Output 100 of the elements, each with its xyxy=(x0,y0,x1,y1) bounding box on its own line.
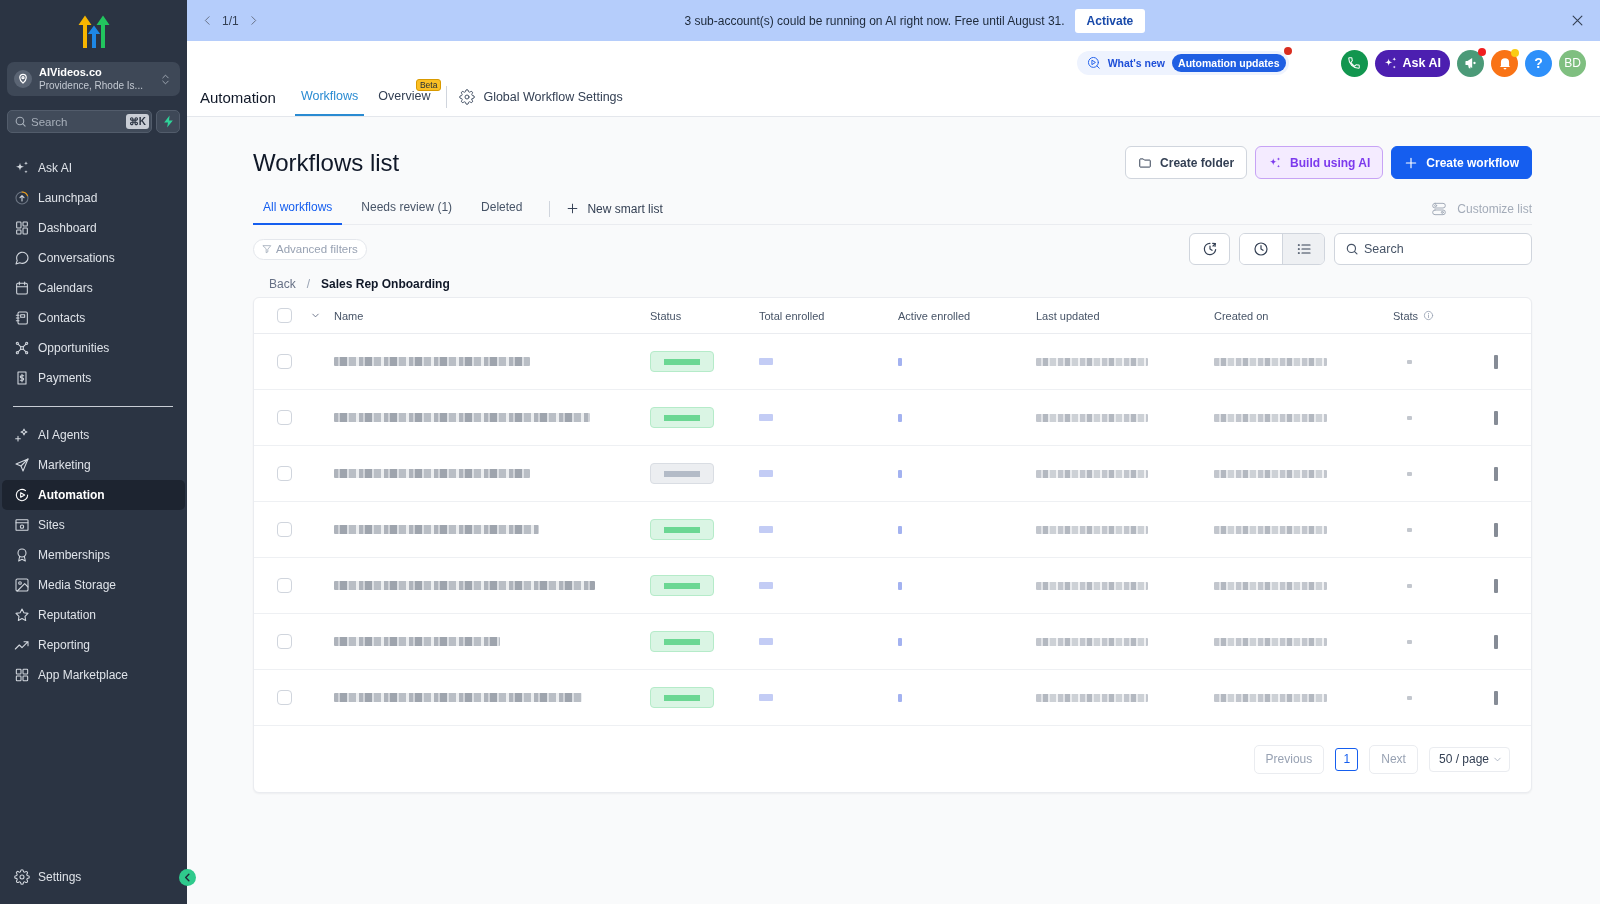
nav-item[interactable]: Sites xyxy=(2,510,185,540)
banner-message: 3 sub-account(s) could be running on AI right now. Free until August 31. xyxy=(684,13,1065,28)
view-toggle[interactable] xyxy=(1282,234,1324,264)
create-folder-button[interactable]: Create folder xyxy=(1125,146,1248,179)
nav-item[interactable]: AI Agents xyxy=(2,420,185,450)
paper-plane-icon xyxy=(14,457,30,473)
row-checkbox[interactable] xyxy=(277,634,292,649)
redacted-text xyxy=(898,357,902,366)
page-size-dropdown[interactable]: 50 / page xyxy=(1428,746,1510,772)
nav-item[interactable]: Marketing xyxy=(2,450,185,480)
redacted-text xyxy=(759,638,773,645)
nav-item[interactable]: Ask AI xyxy=(2,153,185,183)
settings-icon xyxy=(459,89,476,105)
beta-badge: Beta xyxy=(415,79,442,91)
redacted-text xyxy=(1407,695,1412,700)
column-header: Last updated xyxy=(1036,309,1100,322)
redacted-text xyxy=(759,358,773,365)
list-tab[interactable]: Deleted xyxy=(471,193,533,225)
row-checkbox[interactable] xyxy=(277,354,292,369)
row-checkbox[interactable] xyxy=(277,522,292,537)
redacted-text xyxy=(1407,639,1412,644)
redacted-text xyxy=(1407,359,1412,364)
row-checkbox[interactable] xyxy=(277,466,292,481)
redacted-icon xyxy=(1494,410,1498,425)
nav-item[interactable]: App Marketplace xyxy=(2,660,185,690)
account-location: Providence, Rhode Is... xyxy=(39,79,144,93)
row-checkbox[interactable] xyxy=(277,690,292,705)
collapse-sidebar-button[interactable] xyxy=(179,869,196,886)
redacted-text xyxy=(759,526,773,533)
phone-button[interactable] xyxy=(1340,49,1368,77)
star-icon xyxy=(14,607,30,623)
arrows-logo[interactable] xyxy=(77,14,110,48)
location-pin-icon xyxy=(14,70,32,88)
nav-item[interactable]: Reporting xyxy=(2,630,185,660)
nav-item[interactable]: Conversations xyxy=(2,243,185,273)
quick-action-button[interactable] xyxy=(156,110,180,133)
whats-new-pill[interactable]: What's new Automation updates xyxy=(1076,51,1289,75)
list-tab[interactable]: Needs review (1) xyxy=(351,193,463,225)
tab[interactable]: Workflows xyxy=(294,82,365,116)
create-workflow-button[interactable]: Create workflow xyxy=(1391,146,1532,179)
account-switcher[interactable]: AIVideos.co Providence, Rhode Is... xyxy=(7,62,180,96)
nav-item[interactable]: Opportunities xyxy=(2,333,185,363)
global-settings-link[interactable]: Global Workflow Settings xyxy=(459,82,623,116)
receipt-icon xyxy=(14,370,30,386)
redacted-text xyxy=(1407,415,1412,420)
redacted-text xyxy=(759,694,773,701)
nav-item[interactable]: Settings xyxy=(2,862,171,892)
announcements-button[interactable] xyxy=(1457,49,1484,77)
lightning-icon xyxy=(161,115,175,128)
redacted-icon xyxy=(1494,354,1498,369)
column-header: Created on xyxy=(1214,309,1269,322)
redacted-text xyxy=(1407,583,1412,588)
list-tab[interactable]: All workflows xyxy=(253,193,343,225)
nav-item[interactable]: Launchpad xyxy=(2,183,185,213)
contact-book-icon xyxy=(14,310,30,326)
nav-item[interactable]: Calendars xyxy=(2,273,185,303)
nav-item[interactable]: Memberships xyxy=(2,540,185,570)
chevron-up-down-icon xyxy=(159,72,172,86)
row-checkbox[interactable] xyxy=(277,410,292,425)
pager-count: 1/1 xyxy=(222,13,239,28)
close-icon[interactable] xyxy=(1570,13,1585,28)
filter-icon xyxy=(262,244,272,254)
nav-item[interactable]: Automation xyxy=(2,480,185,510)
notifications-button[interactable] xyxy=(1491,49,1518,77)
calendar-icon xyxy=(14,280,30,296)
page-number[interactable]: 1 xyxy=(1335,747,1359,771)
redacted-text xyxy=(898,581,902,590)
breadcrumb-current: Sales Rep Onboarding xyxy=(321,277,450,291)
browser-window-icon xyxy=(14,517,30,533)
new-smart-list-button[interactable]: New smart list xyxy=(560,193,669,224)
select-all-checkbox[interactable] xyxy=(277,308,292,323)
search-icon xyxy=(14,115,27,128)
row-checkbox[interactable] xyxy=(277,578,292,593)
page-title: Workflows list xyxy=(253,148,400,177)
activate-button[interactable]: Activate xyxy=(1074,8,1146,33)
plus-icon xyxy=(1404,155,1419,170)
nav-item[interactable]: Contacts xyxy=(2,303,185,333)
network-icon xyxy=(14,340,30,356)
redacted-text xyxy=(898,469,902,478)
plus-icon xyxy=(566,202,580,215)
redacted-text xyxy=(898,525,902,534)
arrow-circle-icon xyxy=(14,190,30,206)
folder-icon xyxy=(1138,155,1153,170)
redacted-text xyxy=(898,637,902,646)
back-link[interactable]: Back xyxy=(269,277,296,291)
settings-icon xyxy=(14,869,30,885)
nav-item[interactable]: Media Storage xyxy=(2,570,185,600)
nav-item[interactable]: Dashboard xyxy=(2,213,185,243)
module-title: Automation xyxy=(200,88,276,108)
redacted-text xyxy=(759,470,773,477)
nav-item[interactable]: Payments xyxy=(2,363,185,393)
build-with-ai-button[interactable]: Build using AI xyxy=(1255,146,1384,179)
history-button[interactable] xyxy=(1189,233,1230,265)
bell-icon xyxy=(1497,56,1512,70)
nav-item[interactable]: Reputation xyxy=(2,600,185,630)
ask-ai-button[interactable]: Ask AI xyxy=(1374,49,1450,77)
chat-bubble-icon xyxy=(14,250,30,266)
updates-tag[interactable]: Automation updates xyxy=(1172,54,1286,72)
column-header: Status xyxy=(650,309,682,322)
keyboard-shortcut: ⌘K xyxy=(125,114,149,129)
